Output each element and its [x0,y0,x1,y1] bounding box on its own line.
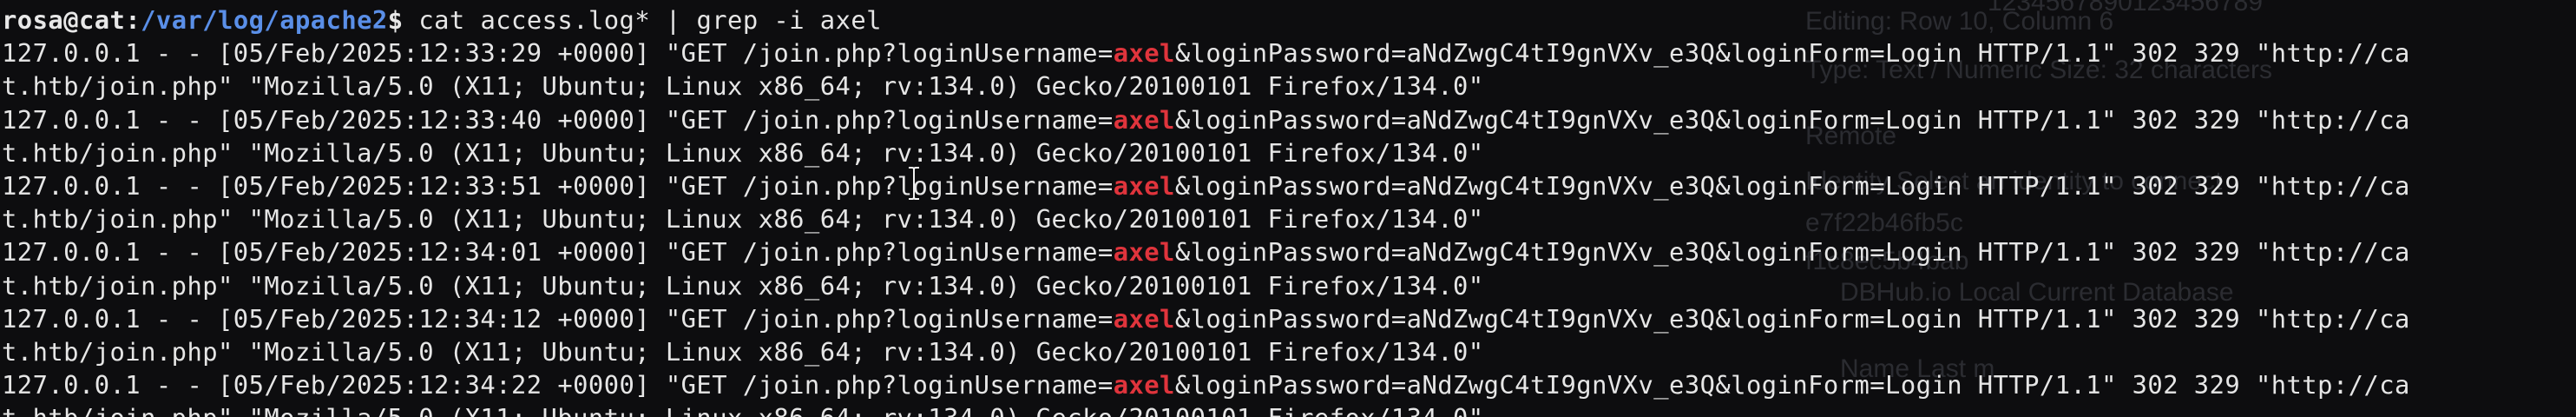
log-line: 127.0.0.1 - - [05/Feb/2025:12:33:29 +000… [2,36,2576,70]
shell-command: cat access.log* | grep -i axel [403,5,882,35]
log-text: &loginPassword=aNdZwgC4tI9gnVXv_e3Q&logi… [1174,170,2410,201]
log-text: 127.0.0.1 - - [05/Feb/2025:12:34:22 +000… [2,370,1114,400]
log-line-wrap: t.htb/join.php" "Mozilla/5.0 (X11; Ubunt… [2,270,1484,301]
log-line-wrap: t.htb/join.php" "Mozilla/5.0 (X11; Ubunt… [2,401,2576,417]
log-line-wrap: t.htb/join.php" "Mozilla/5.0 (X11; Ubunt… [2,204,1484,235]
prompt-at: @ [63,5,79,35]
grep-match: axel [1113,104,1175,135]
log-line-wrap: t.htb/join.php" "Mozilla/5.0 (X11; Ubunt… [2,71,1484,102]
log-line: 127.0.0.1 - - [05/Feb/2025:12:34:22 +000… [2,368,2576,401]
log-text: &loginPassword=aNdZwgC4tI9gnVXv_e3Q&logi… [1174,370,2410,400]
text-cursor-ibeam-icon [908,167,920,200]
log-text: 127.0.0.1 - - [05/Feb/2025:12:34:12 +000… [2,303,1114,334]
prompt-path: /var/log/apache2 [141,5,388,35]
grep-match: axel [1113,237,1175,268]
log-line: 127.0.0.1 - - [05/Feb/2025:12:34:12 +000… [2,302,2576,335]
log-text: 127.0.0.1 - - [05/Feb/2025:12:33:29 +000… [2,38,1114,69]
log-text: &loginPassword=aNdZwgC4tI9gnVXv_e3Q&logi… [1174,104,2410,135]
log-text: &loginPassword=aNdZwgC4tI9gnVXv_e3Q&logi… [1174,237,2410,268]
prompt-host: cat [78,5,126,35]
log-line-wrap: t.htb/join.php" "Mozilla/5.0 (X11; Ubunt… [2,336,1484,367]
log-text: &loginPassword=aNdZwgC4tI9gnVXv_e3Q&logi… [1174,303,2410,334]
log-line: 127.0.0.1 - - [05/Feb/2025:12:33:40 +000… [2,103,2576,136]
log-line-wrap: t.htb/join.php" "Mozilla/5.0 (X11; Ubunt… [2,137,1484,168]
grep-match: axel [1113,370,1175,400]
prompt-dollar: $ [387,5,404,35]
prompt-user: rosa [2,5,64,35]
log-line: 127.0.0.1 - - [05/Feb/2025:12:34:01 +000… [2,235,2576,268]
log-text: &loginPassword=aNdZwgC4tI9gnVXv_e3Q&logi… [1174,38,2410,69]
shell-prompt-line: rosa@cat:/var/log/apache2$ cat access.lo… [2,3,2576,36]
terminal-output[interactable]: rosa@cat:/var/log/apache2$ cat access.lo… [0,0,2576,417]
log-text: 127.0.0.1 - - [05/Feb/2025:12:33:40 +000… [2,104,1114,135]
grep-match: axel [1113,170,1175,201]
log-text: 127.0.0.1 - - [05/Feb/2025:12:33:51 +000… [2,170,1114,201]
log-text: 127.0.0.1 - - [05/Feb/2025:12:34:01 +000… [2,237,1114,268]
log-line: 127.0.0.1 - - [05/Feb/2025:12:33:51 +000… [2,169,2576,202]
grep-match: axel [1113,38,1175,69]
grep-match: axel [1113,303,1175,334]
prompt-colon: : [125,5,141,35]
